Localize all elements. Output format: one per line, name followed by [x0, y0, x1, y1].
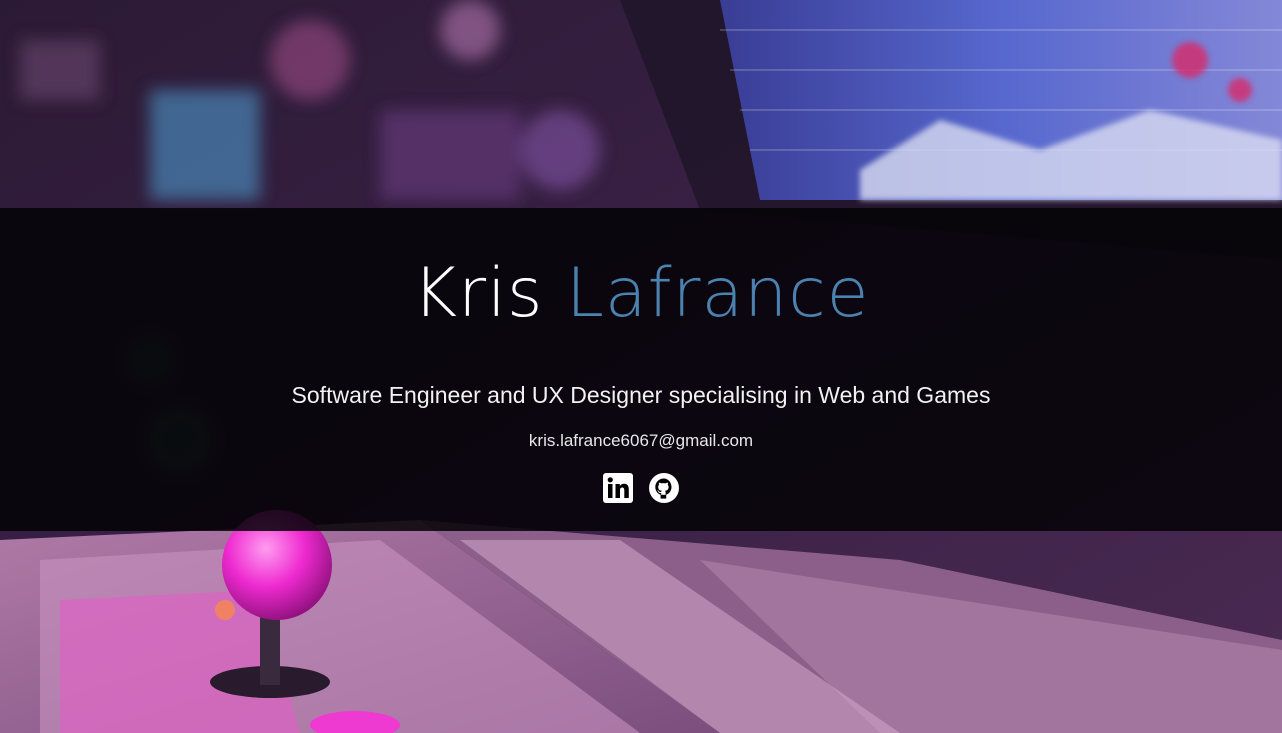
social-links — [0, 473, 1282, 503]
email-address[interactable]: kris.lafrance6067@gmail.com — [0, 432, 1282, 449]
github-icon — [649, 473, 679, 503]
last-name: Lafrance — [566, 254, 870, 333]
intro-banner: Kris Lafrance Software Engineer and UX D… — [0, 208, 1282, 531]
linkedin-link[interactable] — [603, 473, 633, 503]
github-link[interactable] — [649, 473, 679, 503]
tagline: Software Engineer and UX Designer specia… — [291, 382, 991, 408]
linkedin-icon — [603, 473, 633, 503]
first-name: Kris — [412, 254, 544, 333]
page-title: Kris Lafrance — [0, 260, 1282, 328]
hero-section: Kris Lafrance Software Engineer and UX D… — [0, 0, 1282, 733]
